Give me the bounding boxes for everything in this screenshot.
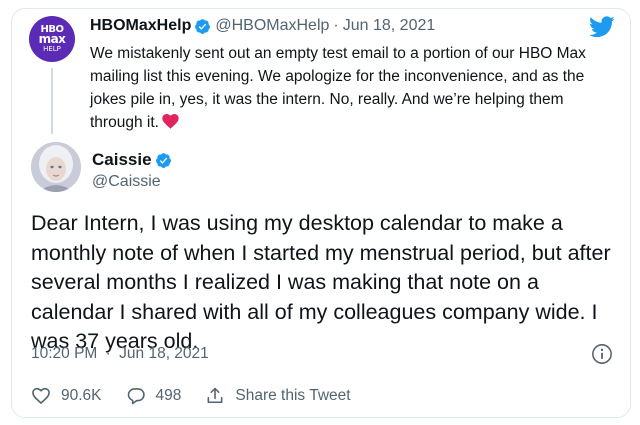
reply-handle[interactable]: @HBOMaxHelp (215, 17, 329, 35)
tweet-timestamp[interactable]: 10:20 PM · Jun 18, 2021 (31, 345, 209, 363)
tweet-time: 10:20 PM (31, 345, 98, 362)
reply-button[interactable]: 498 (126, 386, 182, 406)
twitter-bird-icon (589, 16, 615, 38)
avatar-text-line-3: HELP (43, 45, 61, 54)
caissie-avatar[interactable] (31, 142, 81, 192)
red-heart-icon (162, 114, 179, 129)
like-count: 90.6K (61, 387, 102, 404)
share-button[interactable]: Share this Tweet (205, 386, 351, 406)
like-button[interactable]: 90.6K (31, 386, 102, 406)
tweet-actions: 90.6K 498 Share this Tweet (31, 386, 375, 406)
separator-dot: · (105, 345, 111, 362)
reply-tweet-header: HBOMaxHelp @HBOMaxHelp · Jun 18, 2021 (90, 17, 435, 35)
tweet-display-name[interactable]: Caissie (92, 150, 152, 170)
heart-outline-icon (32, 387, 50, 405)
share-label: Share this Tweet (235, 387, 351, 404)
verified-badge-icon (155, 152, 171, 168)
tweet-text: Dear Intern, I was using my desktop cale… (31, 211, 611, 353)
info-icon[interactable] (591, 343, 613, 365)
reply-display-name[interactable]: HBOMaxHelp (90, 17, 191, 35)
tweet-handle[interactable]: @Caissie (92, 173, 161, 191)
share-upload-icon (207, 387, 223, 404)
tweet-date: Jun 18, 2021 (119, 345, 209, 362)
reply-bubble-icon (127, 388, 145, 405)
reply-count: 498 (155, 387, 182, 404)
thread-connector-line (51, 68, 53, 134)
reply-tweet-text: We mistakenly sent out an empty test ema… (90, 42, 610, 134)
hbomaxhelp-avatar[interactable]: HBO max HELP (29, 16, 75, 62)
verified-badge-icon (195, 18, 211, 34)
tweet-author-name-row: Caissie (92, 150, 176, 170)
separator-dot: · (333, 17, 339, 34)
reply-date[interactable]: Jun 18, 2021 (343, 17, 436, 35)
avatar-text-line-2: max (38, 32, 66, 47)
avatar-portrait (31, 142, 81, 192)
